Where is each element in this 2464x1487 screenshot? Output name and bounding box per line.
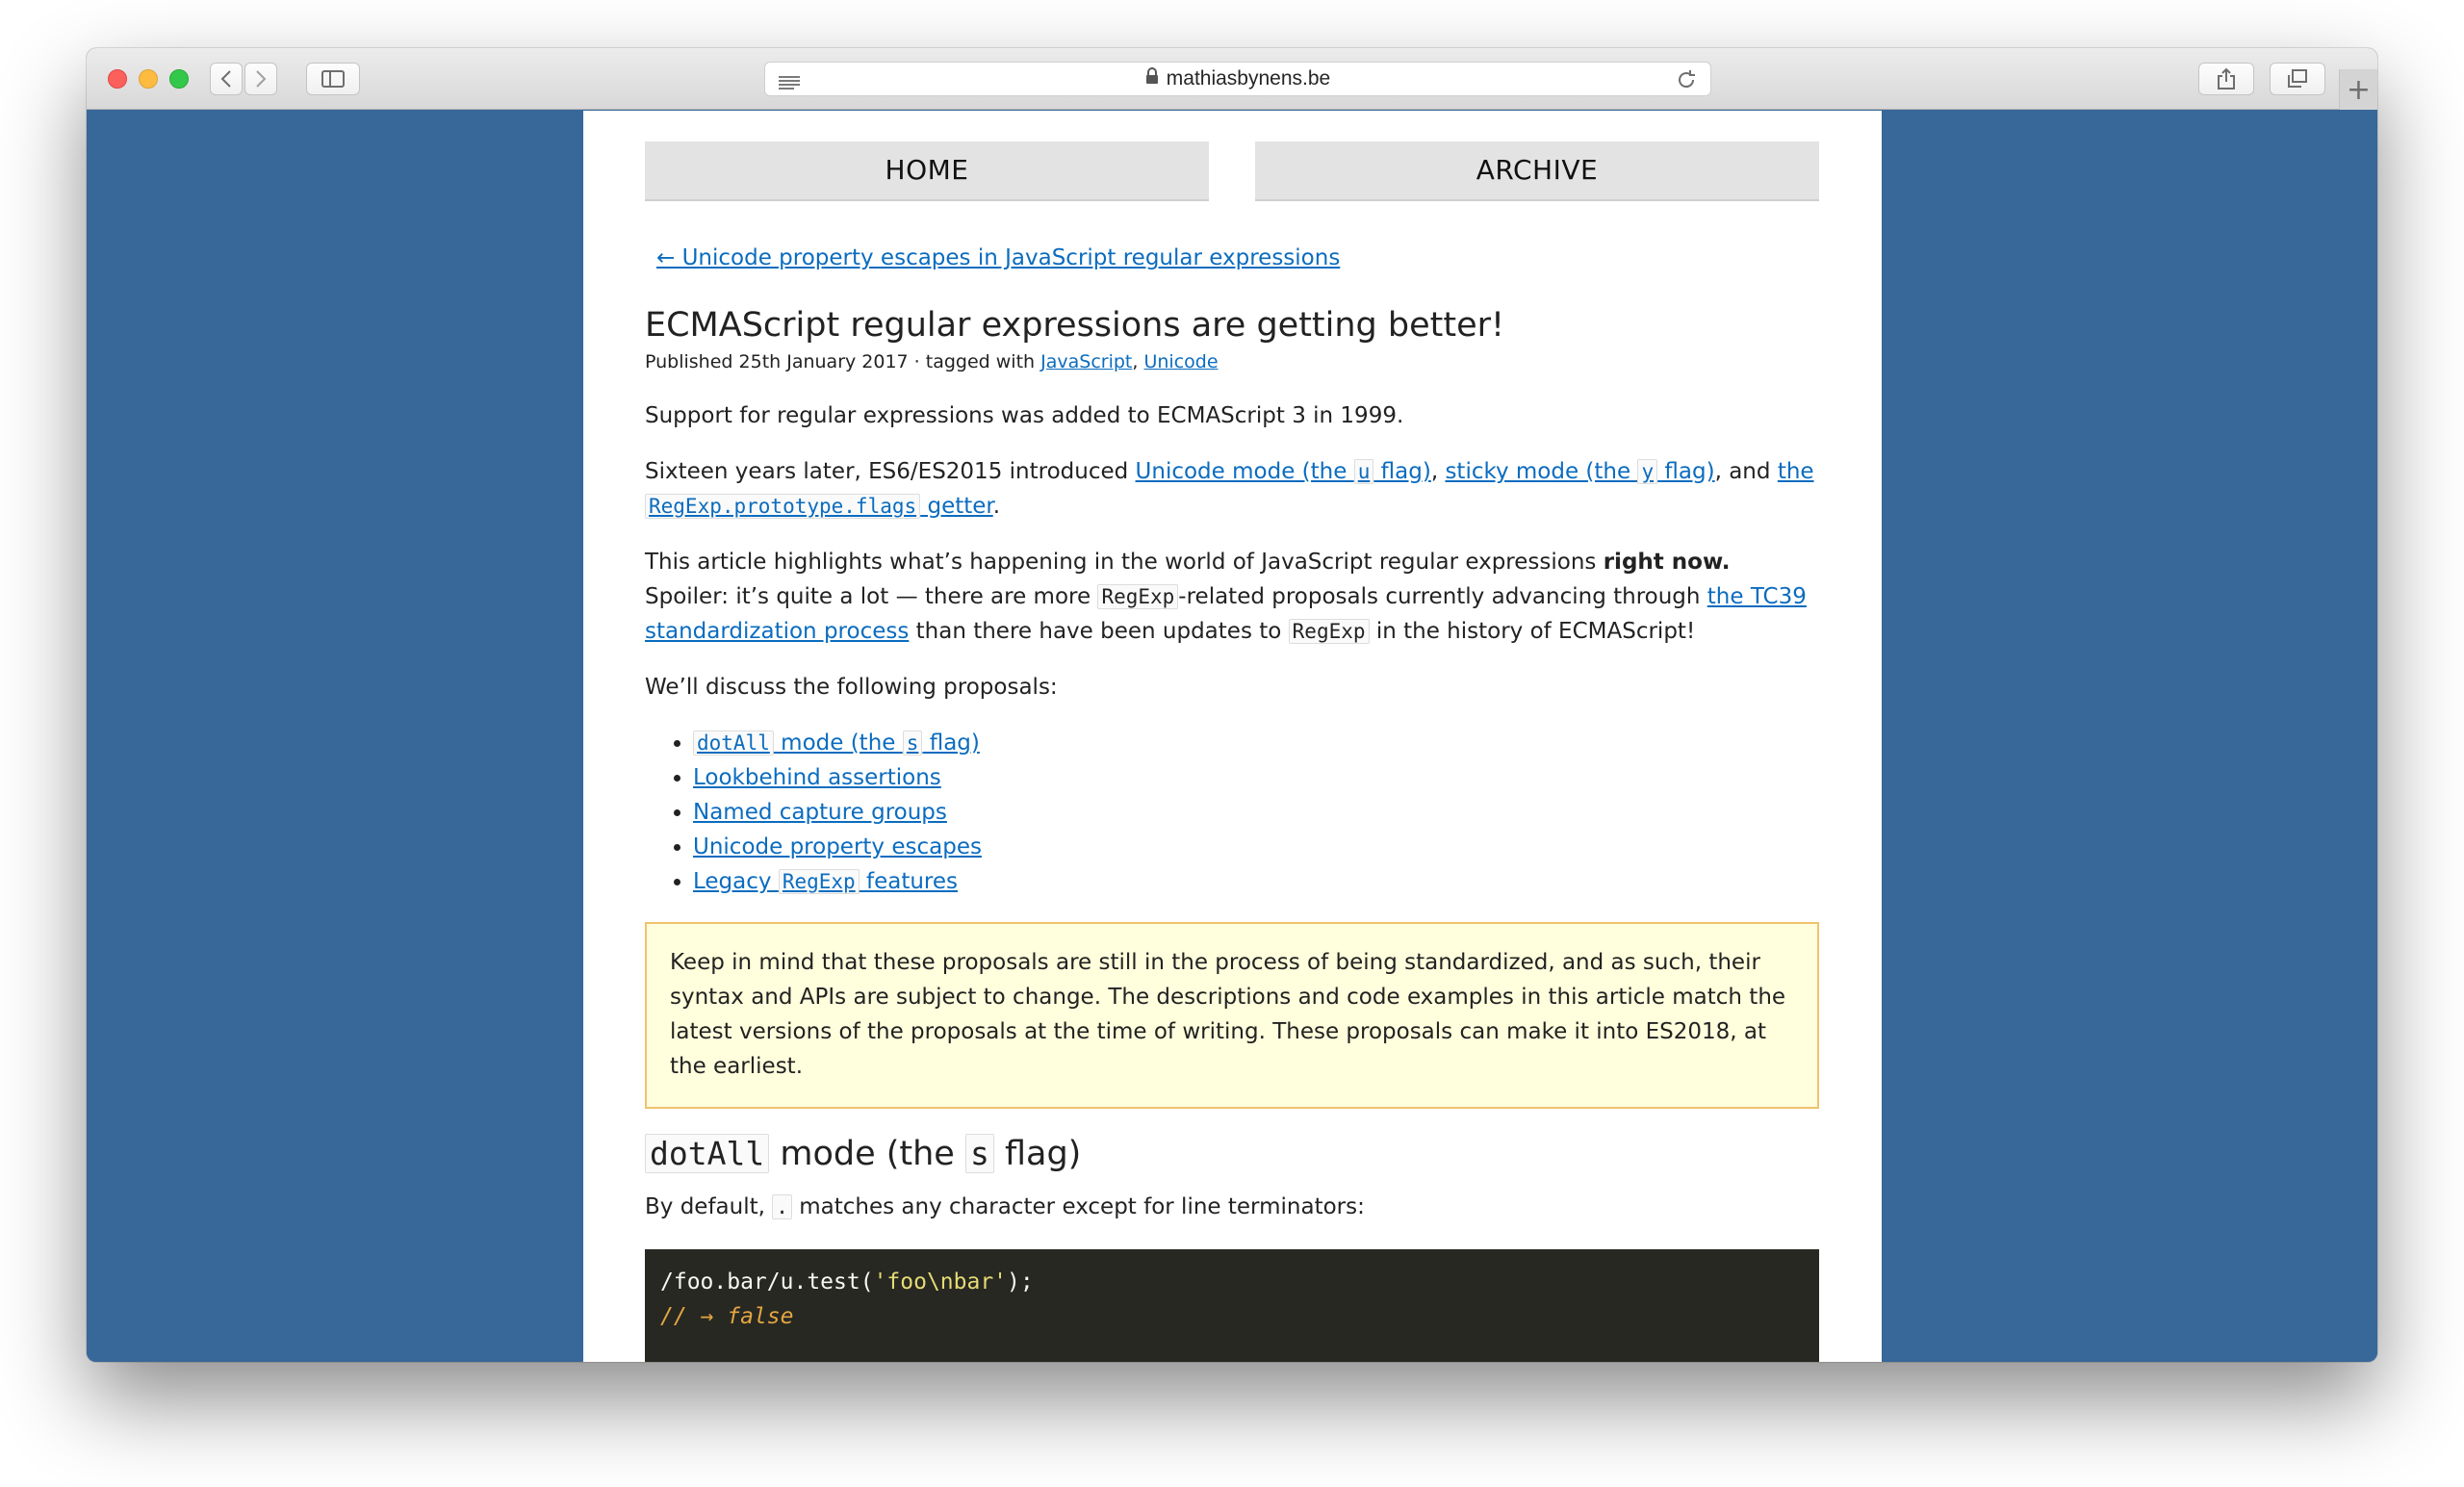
code-text: /foo.bar/u.test(	[660, 1269, 874, 1295]
inline-code: RegExp.prototype.flags	[645, 494, 921, 519]
proposals-list: dotAll mode (the s flag) Lookbehind asse…	[693, 726, 1819, 899]
tag-unicode-link[interactable]: Unicode	[1143, 351, 1218, 372]
inline-code: s	[902, 731, 923, 756]
inline-code: s	[964, 1134, 994, 1173]
named-groups-link[interactable]: Named capture groups	[693, 800, 947, 825]
inline-code: dotAll	[693, 731, 774, 756]
list-item: Legacy RegExp features	[693, 864, 1819, 899]
browser-toolbar: mathiasbynens.be +	[87, 48, 2377, 110]
link-text: Legacy	[693, 869, 779, 894]
text-span: This article highlights what’s happening…	[645, 550, 1604, 575]
paragraph-intro: Support for regular expressions was adde…	[645, 403, 1404, 428]
sticky-mode-link[interactable]: sticky mode (the y flag)	[1445, 459, 1715, 484]
paragraph-default-dot: By default, . matches any character exce…	[645, 1190, 1819, 1224]
url-text: mathiasbynens.be	[1166, 67, 1331, 90]
link-text: features	[859, 869, 959, 894]
link-text: mode (the	[773, 731, 903, 756]
tag-javascript-link[interactable]: JavaScript	[1040, 351, 1132, 372]
link-text: flag)	[1373, 459, 1431, 484]
reload-icon[interactable]	[1676, 69, 1697, 96]
heading-text: mode (the	[769, 1135, 965, 1173]
site-nav: HOME ARCHIVE	[645, 141, 1819, 201]
article-meta: Published 25th January 2017 · tagged wit…	[645, 348, 1819, 375]
maximize-window-button[interactable]	[169, 69, 189, 89]
link-text: flag)	[1657, 459, 1715, 484]
inline-code: y	[1637, 459, 1658, 484]
inline-code: .	[772, 1194, 792, 1219]
tabs-icon	[2288, 69, 2307, 88]
bold-text: right now.	[1603, 550, 1731, 575]
section-heading-dotall: dotAll mode (the s flag)	[645, 1132, 1819, 1176]
code-text: );	[1007, 1269, 1034, 1295]
link-text: the	[1777, 459, 1814, 484]
sidebar-icon	[321, 70, 345, 88]
page-body: HOME ARCHIVE ← Unicode property escapes …	[583, 111, 1882, 1362]
text-span: ,	[1430, 459, 1446, 484]
dotall-link[interactable]: dotAll mode (the s flag)	[693, 731, 980, 756]
nav-home-link[interactable]: HOME	[645, 141, 1209, 201]
share-icon	[2218, 67, 2235, 90]
legacy-features-link[interactable]: Legacy RegExp features	[693, 869, 958, 894]
link-text: flag)	[922, 731, 980, 756]
text-span: Sixteen years later, ES6/ES2015 introduc…	[645, 459, 1136, 484]
text-span: than there have been updates to	[909, 619, 1289, 644]
list-item: Named capture groups	[693, 795, 1819, 830]
link-text: sticky mode (the	[1445, 459, 1638, 484]
share-button[interactable]	[2198, 63, 2254, 95]
code-string: 'foo\nbar'	[873, 1269, 1008, 1295]
close-window-button[interactable]	[108, 69, 127, 89]
inline-code: RegExp	[778, 869, 860, 894]
sidebar-toggle-button[interactable]	[306, 63, 360, 95]
unicode-mode-link[interactable]: Unicode mode (the u flag)	[1136, 459, 1431, 484]
inline-code: dotAll	[645, 1134, 770, 1173]
reader-mode-icon[interactable]	[779, 72, 800, 95]
text-span: , and	[1714, 459, 1778, 484]
back-button[interactable]	[210, 63, 243, 95]
tabs-overview-button[interactable]	[2270, 63, 2325, 95]
new-tab-button[interactable]: +	[2339, 69, 2377, 110]
previous-article-link[interactable]: ← Unicode property escapes in JavaScript…	[656, 242, 1340, 274]
lookbehind-link[interactable]: Lookbehind assertions	[693, 765, 941, 790]
text-span: -related proposals currently advancing t…	[1178, 584, 1707, 609]
link-text: getter	[920, 494, 993, 519]
minimize-window-button[interactable]	[139, 69, 158, 89]
text-span: By default,	[645, 1194, 773, 1219]
article-title: ECMAScript regular expressions are getti…	[645, 306, 1505, 345]
meta-published: Published 25th January 2017 · tagged wit…	[645, 351, 1041, 372]
lock-icon	[1145, 67, 1159, 90]
code-comment: // → false	[660, 1304, 794, 1329]
text-span: matches any character except for line te…	[791, 1194, 1365, 1219]
note-box: Keep in mind that these proposals are st…	[645, 922, 1819, 1109]
inline-code: RegExp	[1288, 619, 1370, 644]
list-item: dotAll mode (the s flag)	[693, 726, 1819, 760]
paragraph-es6: Sixteen years later, ES6/ES2015 introduc…	[645, 454, 1819, 524]
tag-separator: ,	[1132, 351, 1139, 372]
code-block: /foo.bar/u.test('foo\nbar'); // → false	[645, 1249, 1819, 1362]
list-item: Unicode property escapes	[693, 830, 1819, 864]
chevron-left-icon	[220, 70, 231, 88]
text-span: Spoiler: it’s quite a lot — there are mo…	[645, 584, 1098, 609]
browser-window: mathiasbynens.be + HOME ARCHIVE ← Unicod…	[87, 48, 2377, 1362]
inline-code: RegExp	[1097, 584, 1179, 609]
list-item: Lookbehind assertions	[693, 760, 1819, 795]
forward-button[interactable]	[244, 63, 277, 95]
link-text: Unicode mode (the	[1135, 459, 1354, 484]
heading-text: flag)	[993, 1135, 1082, 1173]
page-content: HOME ARCHIVE ← Unicode property escapes …	[645, 141, 1819, 1362]
paragraph-highlights: This article highlights what’s happening…	[645, 545, 1819, 649]
inline-code: u	[1353, 459, 1374, 484]
nav-archive-link[interactable]: ARCHIVE	[1255, 141, 1819, 201]
chevron-right-icon	[256, 70, 267, 88]
code-line: /foo.bar/u.test('foo\nbar');	[660, 1265, 1804, 1299]
text-span: in the history of ECMAScript!	[1369, 619, 1696, 644]
text-span: .	[992, 494, 1001, 519]
property-escapes-link[interactable]: Unicode property escapes	[693, 834, 982, 859]
web-viewport: HOME ARCHIVE ← Unicode property escapes …	[87, 111, 2377, 1362]
paragraph-proposals: We’ll discuss the following proposals:	[645, 675, 1058, 700]
address-bar[interactable]: mathiasbynens.be	[764, 62, 1711, 96]
